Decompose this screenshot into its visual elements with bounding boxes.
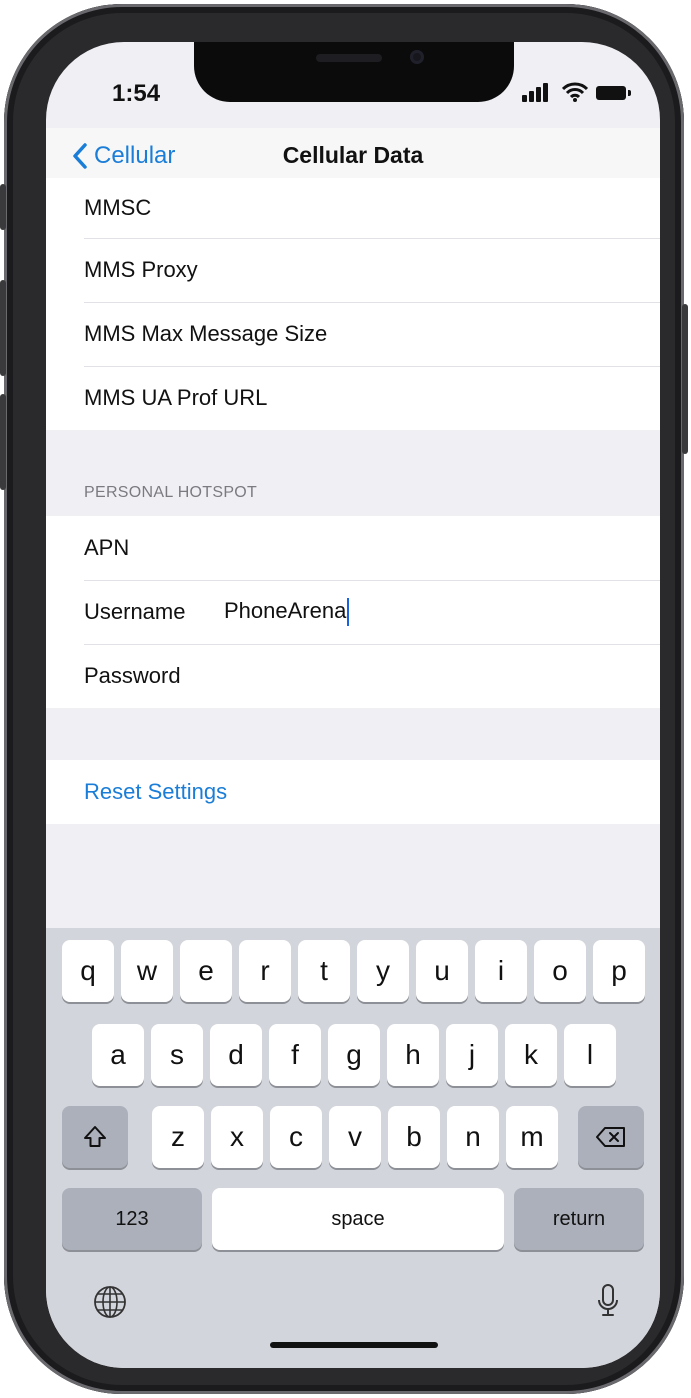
navigation-bar: Cellular Cellular Data	[46, 128, 660, 185]
mms-proxy-label: MMS Proxy	[84, 257, 198, 282]
reset-settings-label: Reset Settings	[84, 779, 228, 804]
key-t[interactable]: t	[298, 940, 350, 1002]
speaker	[316, 54, 382, 62]
screen: 1:54 Cellular Cellular Data MMSC MMS Pro…	[46, 42, 660, 1368]
page-title: Cellular Data	[282, 142, 424, 168]
mmsc-row[interactable]: MMSC	[46, 178, 660, 238]
key-j[interactable]: j	[446, 1024, 498, 1086]
key-b[interactable]: b	[388, 1106, 440, 1168]
key-w[interactable]: w	[121, 940, 173, 1002]
section-header-personal-hotspot: PERSONAL HOTSPOT	[84, 484, 258, 501]
phone-frame: 1:54 Cellular Cellular Data MMSC MMS Pro…	[0, 4, 688, 1394]
key-u[interactable]: u	[416, 940, 468, 1002]
username-label: Username	[84, 599, 186, 624]
battery-icon	[596, 86, 631, 100]
key-d[interactable]: d	[210, 1024, 262, 1086]
key-i[interactable]: i	[475, 940, 527, 1002]
globe-icon[interactable]	[92, 1284, 128, 1320]
key-m[interactable]: m	[506, 1106, 558, 1168]
mms-proxy-row[interactable]: MMS Proxy	[46, 238, 660, 302]
keyboard: q w e r t y u i o p a s d f g h j k l z …	[46, 928, 660, 1368]
reset-group: Reset Settings	[46, 760, 660, 824]
home-indicator[interactable]	[270, 1342, 438, 1348]
key-z[interactable]: z	[152, 1106, 204, 1168]
reset-settings-button[interactable]: Reset Settings	[46, 760, 660, 824]
text-cursor	[347, 598, 350, 627]
key-c[interactable]: c	[270, 1106, 322, 1168]
key-o[interactable]: o	[534, 940, 586, 1002]
key-v[interactable]: v	[329, 1106, 381, 1168]
password-row[interactable]: Password	[46, 644, 660, 708]
key-f[interactable]: f	[269, 1024, 321, 1086]
key-r[interactable]: r	[239, 940, 291, 1002]
apn-label: APN	[84, 535, 130, 560]
status-time: 1:54	[112, 80, 161, 107]
shift-icon	[84, 1126, 106, 1147]
mms-settings-group: MMSC MMS Proxy MMS Max Message Size MMS …	[46, 178, 660, 430]
mms-ua-prof-url-label: MMS UA Prof URL	[84, 385, 268, 410]
power-button	[682, 304, 688, 454]
front-camera	[410, 50, 424, 64]
hotspot-settings-group: APN Username PhoneArena Password	[46, 516, 660, 708]
mms-ua-prof-url-row[interactable]: MMS UA Prof URL	[46, 366, 660, 430]
key-k[interactable]: k	[505, 1024, 557, 1086]
volume-down-button	[0, 394, 6, 490]
apn-row[interactable]: APN	[46, 516, 660, 580]
key-l[interactable]: l	[564, 1024, 616, 1086]
return-key[interactable]: return	[514, 1188, 644, 1250]
key-g[interactable]: g	[328, 1024, 380, 1086]
key-h[interactable]: h	[387, 1024, 439, 1086]
key-s[interactable]: s	[151, 1024, 203, 1086]
numbers-key[interactable]: 123	[62, 1188, 202, 1250]
delete-key[interactable]	[578, 1106, 644, 1168]
key-n[interactable]: n	[447, 1106, 499, 1168]
key-y[interactable]: y	[357, 940, 409, 1002]
password-label: Password	[84, 663, 181, 688]
space-key[interactable]: space	[212, 1188, 504, 1250]
username-value: PhoneArena	[224, 597, 347, 623]
key-p[interactable]: p	[593, 940, 645, 1002]
status-icons	[522, 80, 632, 106]
mms-max-size-label: MMS Max Message Size	[84, 321, 328, 346]
microphone-icon[interactable]	[596, 1282, 620, 1322]
notch	[194, 42, 514, 102]
delete-icon	[596, 1127, 625, 1147]
username-field[interactable]: PhoneArena	[224, 597, 350, 627]
mmsc-label: MMSC	[84, 195, 152, 220]
key-e[interactable]: e	[180, 940, 232, 1002]
key-a[interactable]: a	[92, 1024, 144, 1086]
mms-max-size-row[interactable]: MMS Max Message Size	[46, 302, 660, 366]
wifi-icon	[562, 82, 588, 102]
key-q[interactable]: q	[62, 940, 114, 1002]
volume-up-button	[0, 280, 6, 376]
username-row[interactable]: Username PhoneArena	[46, 580, 660, 644]
silent-switch	[0, 184, 6, 230]
shift-key[interactable]	[62, 1106, 128, 1168]
key-x[interactable]: x	[211, 1106, 263, 1168]
